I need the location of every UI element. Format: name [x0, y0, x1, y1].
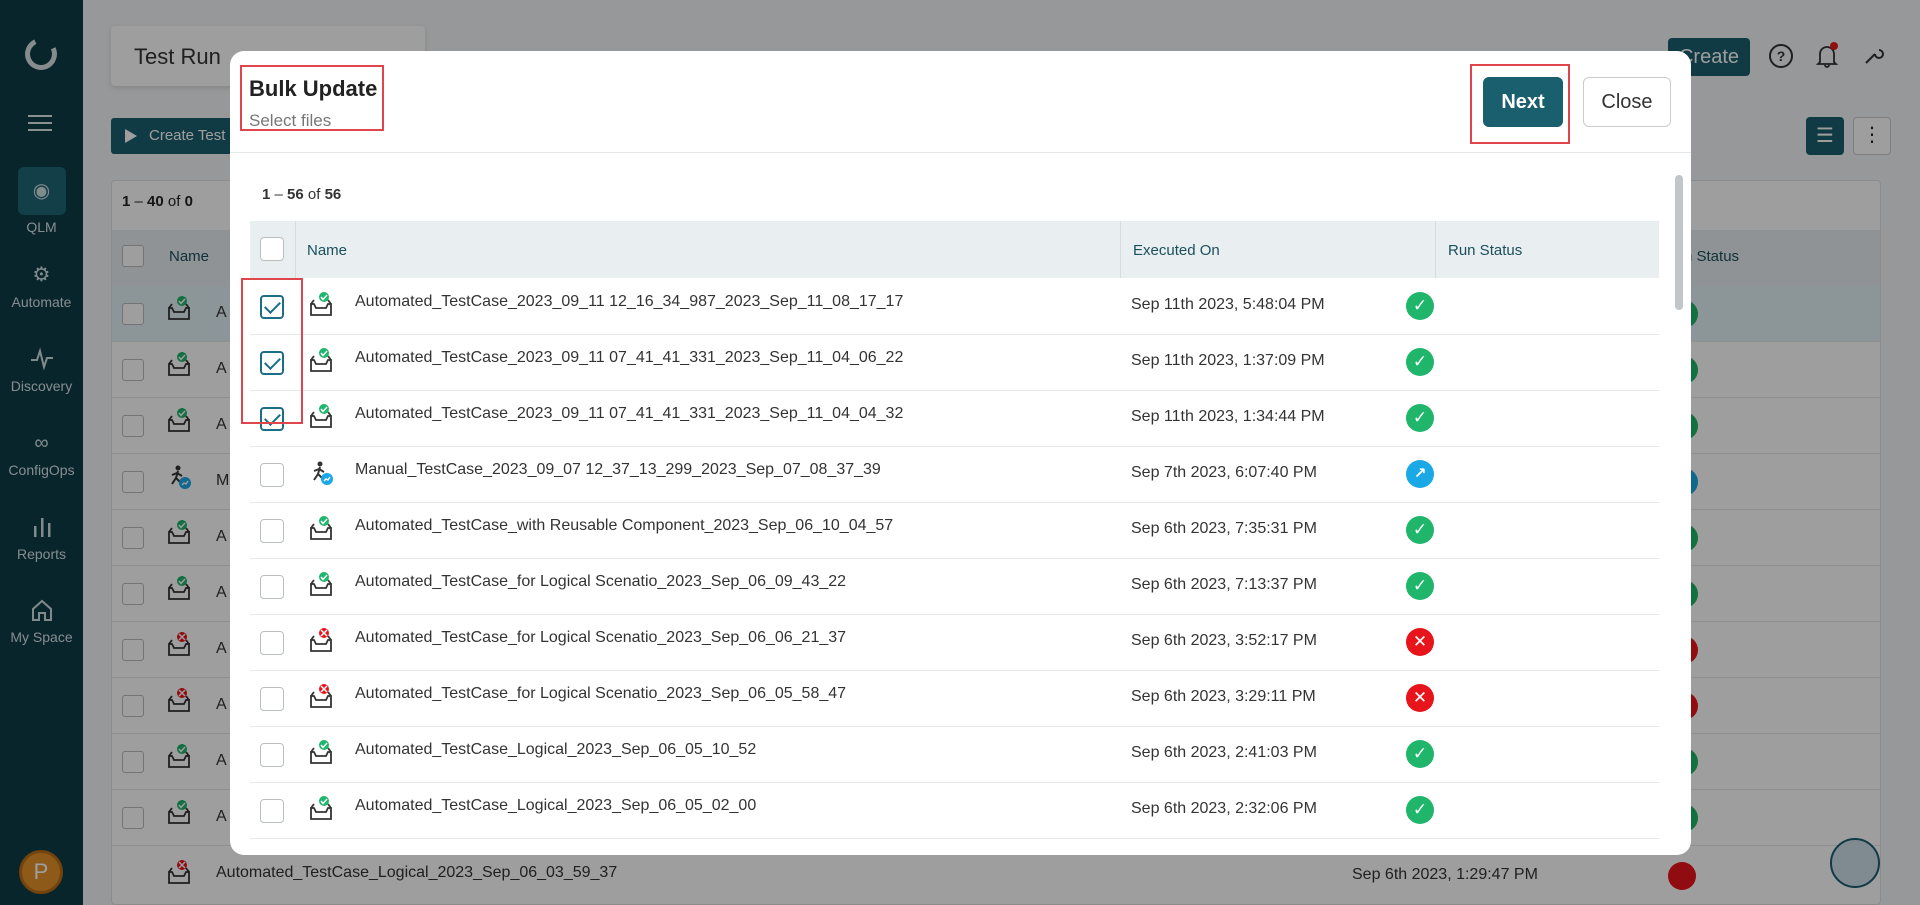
close-button[interactable]: Close	[1583, 77, 1671, 127]
table-row[interactable]: Automated_TestCase_Logical_2023_Sep_06_0…	[250, 727, 1659, 783]
row-checkbox[interactable]	[260, 631, 284, 655]
row-name[interactable]: Automated_TestCase_2023_09_11 12_16_34_9…	[355, 293, 903, 311]
row-executed-on: Sep 6th 2023, 2:41:03 PM	[1131, 744, 1317, 761]
automated-run-icon	[310, 292, 332, 316]
status-passed-icon: ✓	[1406, 348, 1434, 376]
status-passed-icon: ✓	[1406, 572, 1434, 600]
row-checkbox[interactable]	[260, 519, 284, 543]
table-row[interactable]: Manual_TestCase_2023_09_07 12_37_13_299_…	[250, 447, 1659, 503]
row-executed-on: Sep 6th 2023, 3:52:17 PM	[1131, 632, 1317, 649]
status-passed-icon: ✓	[1406, 740, 1434, 768]
next-button[interactable]: Next	[1483, 77, 1563, 127]
row-checkbox[interactable]	[260, 463, 284, 487]
table-row[interactable]: Automated_TestCase_for Logical Scenatio_…	[250, 671, 1659, 727]
checkbox-highlight	[241, 278, 303, 424]
table-row[interactable]: Automated_TestCase_2023_09_11 12_16_34_9…	[250, 279, 1659, 335]
row-executed-on: Sep 11th 2023, 5:48:04 PM	[1131, 296, 1325, 313]
table-row[interactable]: Automated_TestCase_with Reusable Compone…	[250, 503, 1659, 559]
row-name[interactable]: Automated_TestCase_with Reusable Compone…	[355, 517, 893, 535]
row-name[interactable]: Automated_TestCase_for Logical Scenatio_…	[355, 573, 846, 591]
bulk-update-modal: Bulk Update Select files Next Close 1 – …	[230, 51, 1691, 855]
table-row[interactable]: Automated_TestCase_for Logical Scenatio_…	[250, 615, 1659, 671]
row-name[interactable]: Automated_TestCase_2023_09_11 07_41_41_3…	[355, 405, 903, 423]
table-row[interactable]: Automated_TestCase_for Logical Scenatio_…	[250, 559, 1659, 615]
row-name[interactable]: Automated_TestCase_Logical_2023_Sep_06_0…	[355, 741, 756, 759]
table-row[interactable]: Automated_TestCase_2023_09_11 07_41_41_3…	[250, 335, 1659, 391]
row-executed-on: Sep 6th 2023, 3:29:11 PM	[1131, 688, 1316, 705]
automated-run-icon	[310, 628, 332, 652]
status-failed-icon: ✕	[1406, 684, 1434, 712]
row-checkbox[interactable]	[260, 687, 284, 711]
status-passed-icon: ✓	[1406, 516, 1434, 544]
status-passed-icon: ✓	[1406, 404, 1434, 432]
row-executed-on: Sep 11th 2023, 1:37:09 PM	[1131, 352, 1325, 369]
column-divider	[1435, 221, 1436, 278]
row-checkbox[interactable]	[260, 575, 284, 599]
automated-run-icon	[310, 516, 332, 540]
modal-title: Bulk Update	[249, 76, 378, 101]
row-checkbox[interactable]	[260, 799, 284, 823]
column-header-run-status[interactable]: Run Status	[1448, 242, 1522, 259]
row-name[interactable]: Automated_TestCase_for Logical Scenatio_…	[355, 629, 846, 647]
automated-run-icon	[310, 796, 332, 820]
row-executed-on: Sep 11th 2023, 1:34:44 PM	[1131, 408, 1325, 425]
manual-run-icon	[313, 461, 333, 485]
table-row[interactable]: Automated_TestCase_Logical_2023_Sep_06_0…	[250, 783, 1659, 839]
automated-run-icon	[310, 684, 332, 708]
row-executed-on: Sep 7th 2023, 6:07:40 PM	[1131, 464, 1317, 481]
scrollbar-thumb[interactable]	[1675, 175, 1683, 310]
result-range: 1 – 56 of 56	[262, 186, 342, 203]
automated-run-icon	[310, 404, 332, 428]
row-checkbox[interactable]	[260, 743, 284, 767]
modal-header: Bulk Update Select files Next Close	[230, 51, 1691, 153]
column-header-executed-on[interactable]: Executed On	[1133, 242, 1220, 259]
status-passed-icon: ✓	[1406, 292, 1434, 320]
status-failed-icon: ✕	[1406, 628, 1434, 656]
table-row[interactable]: Automated_TestCase_2023_09_11 07_41_41_3…	[250, 391, 1659, 447]
row-name[interactable]: Manual_TestCase_2023_09_07 12_37_13_299_…	[355, 461, 881, 479]
modal-subtitle: Select files	[249, 111, 332, 130]
row-executed-on: Sep 6th 2023, 7:13:37 PM	[1131, 576, 1317, 593]
status-passed-icon: ✓	[1406, 796, 1434, 824]
column-header-name[interactable]: Name	[307, 242, 347, 259]
row-name[interactable]: Automated_TestCase_Logical_2023_Sep_06_0…	[355, 797, 756, 815]
status-in-progress-icon: ↗	[1406, 460, 1434, 488]
automated-run-icon	[310, 348, 332, 372]
row-executed-on: Sep 6th 2023, 2:32:06 PM	[1131, 800, 1317, 817]
row-name[interactable]: Automated_TestCase_2023_09_11 07_41_41_3…	[355, 349, 903, 367]
automated-run-icon	[310, 572, 332, 596]
column-divider	[1120, 221, 1121, 278]
automated-run-icon	[310, 740, 332, 764]
row-executed-on: Sep 6th 2023, 7:35:31 PM	[1131, 520, 1317, 537]
row-name[interactable]: Automated_TestCase_for Logical Scenatio_…	[355, 685, 846, 703]
select-all-checkbox[interactable]	[260, 237, 284, 261]
column-divider	[295, 221, 296, 278]
